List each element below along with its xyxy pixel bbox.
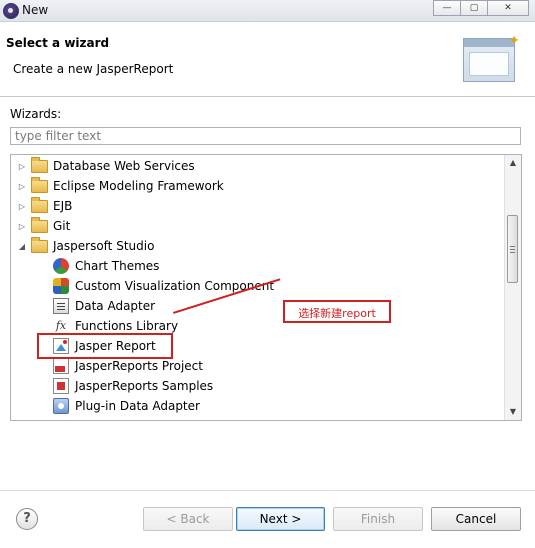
tree-item-data-adapter[interactable]: Data Adapter	[53, 296, 155, 316]
window-title-bar: New — ▢ ✕	[0, 0, 535, 22]
tree-item-jasperreports-samples[interactable]: JasperReports Samples	[53, 376, 213, 396]
filter-input[interactable]	[10, 127, 521, 145]
vertical-scrollbar[interactable]: ▲ ▼	[504, 155, 521, 420]
tree-item-label: JasperReports Project	[75, 359, 203, 373]
tree-item-chart-themes[interactable]: Chart Themes	[53, 256, 159, 276]
folder-icon	[31, 196, 48, 213]
tree-item-label: Database Web Services	[53, 159, 195, 173]
scroll-up-arrow-icon[interactable]: ▲	[505, 155, 521, 171]
maximize-button[interactable]: ▢	[460, 0, 488, 16]
expand-arrow-icon[interactable]: ▷	[17, 182, 27, 191]
jasperreports-samples-icon	[53, 378, 69, 394]
jasperreports-project-icon	[53, 358, 69, 374]
tree-item-label: Chart Themes	[75, 259, 160, 273]
finish-button[interactable]: Finish	[333, 507, 423, 531]
help-icon[interactable]: ?	[16, 508, 38, 530]
custom-visualization-icon	[53, 278, 69, 294]
folder-icon	[31, 176, 48, 193]
plugin-data-adapter-icon	[53, 398, 69, 414]
collapse-arrow-icon[interactable]: ◢	[17, 242, 27, 251]
cancel-button[interactable]: Cancel	[431, 507, 521, 531]
tree-item-label: Git	[53, 219, 71, 233]
header-description: Create a new JasperReport	[13, 62, 174, 76]
functions-library-icon: fx	[55, 319, 67, 332]
tree-item-label: JasperReports Samples	[75, 379, 214, 393]
folder-icon	[31, 216, 48, 233]
tree-item-git[interactable]: ▷ Git	[17, 216, 70, 236]
tree-item-database-web-services[interactable]: ▷ Database Web Services	[17, 156, 195, 176]
expand-arrow-icon[interactable]: ▷	[17, 202, 27, 211]
expand-arrow-icon[interactable]: ▷	[17, 162, 27, 171]
tree-item-label: Jaspersoft Studio	[53, 239, 155, 253]
annotation-highlight-box	[37, 333, 173, 359]
tree-item-plugin-data-adapter[interactable]: Plug-in Data Adapter	[53, 396, 200, 416]
scrollbar-thumb[interactable]	[507, 215, 518, 283]
tree-item-jaspersoft-studio[interactable]: ◢ Jaspersoft Studio	[17, 236, 154, 256]
wizard-header: Select a wizard Create a new JasperRepor…	[0, 22, 535, 97]
data-adapter-icon	[53, 298, 69, 314]
tree-item-ejb[interactable]: ▷ EJB	[17, 196, 72, 216]
folder-icon	[31, 236, 48, 253]
annotation-callout: 选择新建report	[283, 300, 391, 323]
tree-item-label: Data Adapter	[75, 299, 156, 313]
wizard-tree[interactable]: ▷ Database Web Services ▷ Eclipse Modeli…	[10, 154, 522, 421]
tree-item-label: EJB	[53, 199, 73, 213]
back-button[interactable]: < Back	[143, 507, 233, 531]
wizards-label: Wizards:	[10, 107, 62, 121]
tree-item-eclipse-modeling-framework[interactable]: ▷ Eclipse Modeling Framework	[17, 176, 224, 196]
tree-item-jasperreports-project[interactable]: JasperReports Project	[53, 356, 203, 376]
chart-themes-icon	[53, 258, 69, 274]
eclipse-app-icon	[3, 3, 19, 19]
window-controls: — ▢ ✕	[433, 0, 529, 16]
scroll-down-arrow-icon[interactable]: ▼	[505, 404, 521, 420]
folder-icon	[31, 156, 48, 173]
footer-separator	[0, 490, 535, 491]
close-button[interactable]: ✕	[487, 0, 529, 16]
minimize-button[interactable]: —	[433, 0, 461, 16]
tree-item-label: Functions Library	[75, 319, 179, 333]
tree-item-label: Plug-in Data Adapter	[75, 399, 200, 413]
next-button[interactable]: Next >	[236, 507, 325, 531]
tree-item-label: Eclipse Modeling Framework	[53, 179, 224, 193]
new-wizard-banner-icon: ✦	[463, 33, 520, 82]
tree-item-custom-visualization-component[interactable]: Custom Visualization Component	[53, 276, 274, 296]
expand-arrow-icon[interactable]: ▷	[17, 222, 27, 231]
header-title: Select a wizard	[6, 36, 110, 50]
annotation-text: 选择新建report	[298, 307, 376, 320]
window-title: New	[22, 3, 49, 17]
